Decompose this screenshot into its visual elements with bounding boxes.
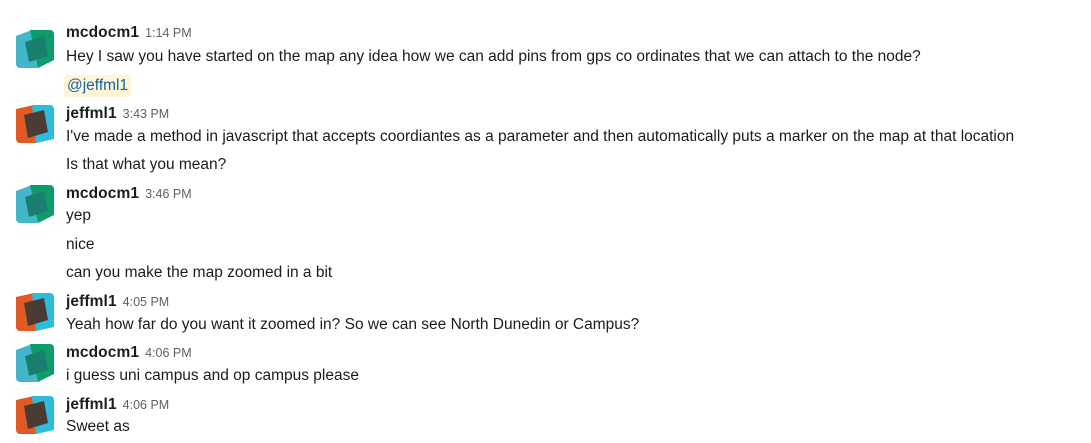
avatar[interactable] (16, 105, 54, 143)
avatar[interactable] (16, 344, 54, 382)
user-mention[interactable]: @jeffml1 (64, 75, 132, 97)
timestamp[interactable]: 4:05 PM (123, 295, 170, 309)
message-text: Is that what you mean? (66, 156, 227, 173)
orange-cyan-diamond-avatar-icon (16, 293, 54, 331)
timestamp[interactable]: 1:14 PM (145, 26, 192, 40)
message-header: mcdocm1 3:46 PM (66, 185, 192, 205)
author-name[interactable]: jeffml1 (66, 105, 117, 122)
message-header: jeffml1 3:43 PM (66, 105, 169, 125)
message-header: jeffml1 4:05 PM (66, 293, 169, 313)
author-name[interactable]: mcdocm1 (66, 344, 139, 361)
message-text: Yeah how far do you want it zoomed in? S… (66, 316, 640, 333)
message-text: i guess uni campus and op campus please (66, 367, 359, 384)
timestamp[interactable]: 4:06 PM (145, 346, 192, 360)
author-name[interactable]: jeffml1 (66, 396, 117, 413)
timestamp[interactable]: 4:06 PM (123, 398, 170, 412)
message-text: I've made a method in javascript that ac… (66, 128, 1015, 145)
message-header: mcdocm1 4:06 PM (66, 344, 192, 364)
teal-green-diamond-avatar-icon (16, 30, 54, 68)
avatar[interactable] (16, 30, 54, 68)
author-name[interactable]: jeffml1 (66, 293, 117, 310)
message-text: nice (66, 236, 95, 253)
message-header: mcdocm1 1:14 PM (66, 24, 192, 44)
avatar[interactable] (16, 185, 54, 223)
message-header: jeffml1 4:06 PM (66, 396, 169, 416)
timestamp[interactable]: 3:43 PM (123, 107, 170, 121)
message-text: can you make the map zoomed in a bit (66, 264, 333, 281)
teal-green-diamond-avatar-icon (16, 344, 54, 382)
orange-cyan-diamond-avatar-icon (16, 105, 54, 143)
message-text: Hey I saw you have started on the map an… (66, 48, 921, 65)
avatar[interactable] (16, 293, 54, 331)
message-text: yep (66, 207, 91, 224)
teal-green-diamond-avatar-icon (16, 185, 54, 223)
message-text: Sweet as (66, 418, 130, 435)
author-name[interactable]: mcdocm1 (66, 185, 139, 202)
avatar[interactable] (16, 396, 54, 434)
orange-cyan-diamond-avatar-icon (16, 396, 54, 434)
author-name[interactable]: mcdocm1 (66, 24, 139, 41)
timestamp[interactable]: 3:46 PM (145, 187, 192, 201)
